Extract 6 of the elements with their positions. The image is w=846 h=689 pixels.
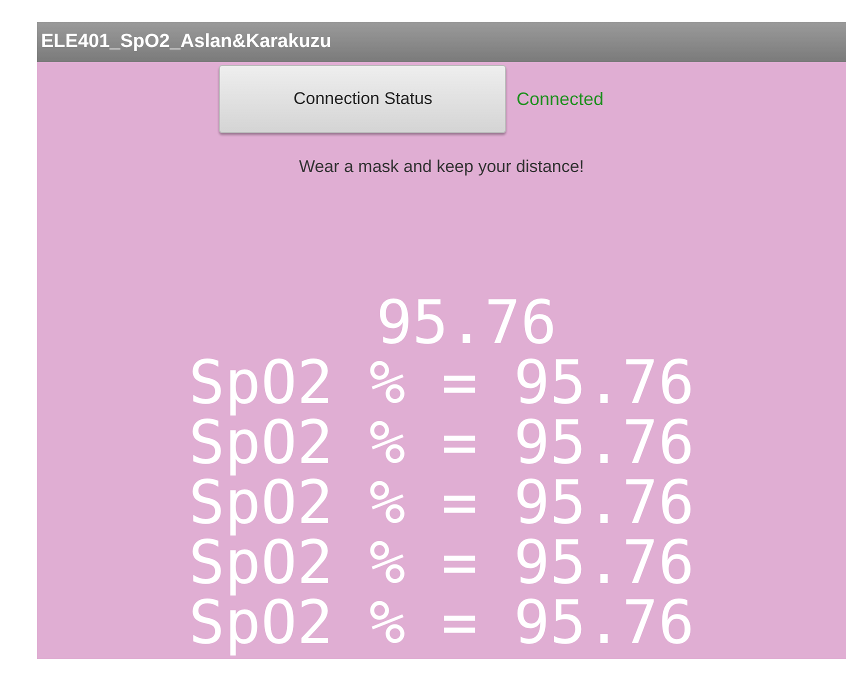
message-text: Wear a mask and keep your distance! [298,157,586,177]
reading-text: SpO2 % = 95.76 [188,353,694,413]
reading-text: 95.76 [375,293,557,353]
connection-status-button[interactable]: Connection Status [219,65,506,133]
connection-status-text: Connected [516,88,604,110]
window-title: ELE401_SpO2_Aslan&Karakuzu [37,22,846,62]
